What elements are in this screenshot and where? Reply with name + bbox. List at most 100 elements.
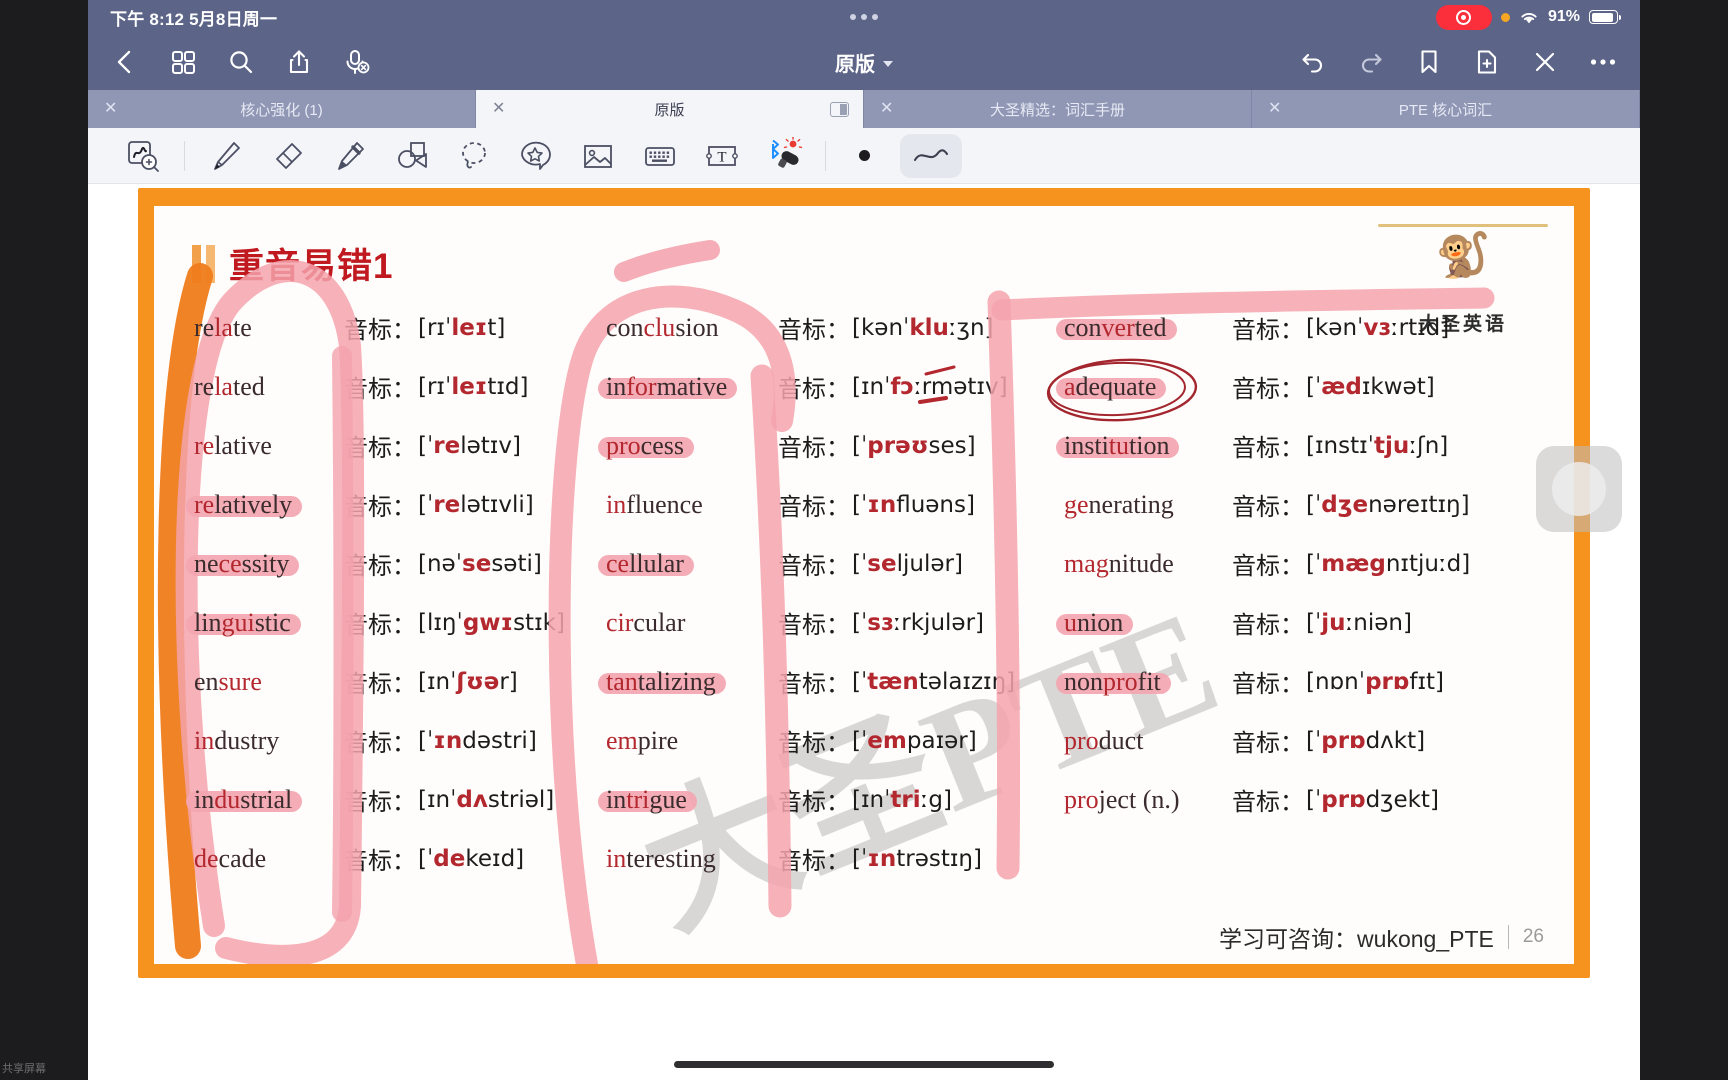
ipa-transcription: [kənˈkluːʒn] xyxy=(852,315,994,341)
lasso-zoom-icon[interactable] xyxy=(112,133,174,179)
ipa-segment: t] xyxy=(487,314,506,341)
word-text: tantalizing xyxy=(598,667,726,697)
record-icon[interactable] xyxy=(1435,4,1492,30)
color-swatch[interactable] xyxy=(836,133,892,179)
ipa-segment: [ˈ xyxy=(1306,727,1322,754)
tab-3[interactable]: ✕ PTE 核心词汇 xyxy=(1252,90,1640,128)
ipa-transcription: [ˈprəʊses] xyxy=(852,433,976,459)
word-column-1: relate 音标： [rɪˈleɪt] related 音标： [rɪˈleɪtɪd] r… xyxy=(178,298,598,964)
pen-icon[interactable] xyxy=(195,133,257,179)
back-chevron-icon[interactable] xyxy=(110,47,140,77)
tab-1[interactable]: ✕ 原版 xyxy=(476,90,864,128)
ipa-segment: tɪd] xyxy=(487,373,529,400)
word-row: relate 音标： [rɪˈleɪt] xyxy=(194,298,598,357)
ipa-label: 音标： xyxy=(1232,731,1304,757)
word-term: union xyxy=(1056,608,1232,638)
tab-close-icon[interactable]: ✕ xyxy=(880,101,893,117)
ipa-segment: [ˈ xyxy=(852,727,868,754)
highlighter-icon[interactable] xyxy=(319,133,381,179)
ipa-stress: gwɪ xyxy=(462,609,514,636)
word-term: relate xyxy=(194,313,344,343)
keyboard-icon[interactable] xyxy=(629,133,691,179)
ipa-segment: [lɪŋˈ xyxy=(418,609,463,636)
word-term: product xyxy=(1064,726,1232,756)
ipa-label: 音标： xyxy=(778,495,850,521)
add-page-icon[interactable] xyxy=(1472,47,1502,77)
split-view-icon[interactable] xyxy=(830,101,849,117)
more-ellipsis-icon[interactable] xyxy=(1588,47,1618,77)
ipa-transcription: [lɪŋˈgwɪstɪk] xyxy=(418,610,565,636)
image-icon[interactable] xyxy=(567,133,629,179)
word-text: adequate xyxy=(1056,372,1167,402)
ipa-segment: [ˈ xyxy=(1306,491,1322,518)
word-text: influence xyxy=(606,490,703,520)
tab-0[interactable]: ✕ 核心强化 (1) xyxy=(88,90,476,128)
monkey-mascot-icon: 🐒 xyxy=(1435,231,1491,280)
ipa-segment: [rɪˈ xyxy=(418,314,452,341)
sticker-icon[interactable] xyxy=(505,133,567,179)
ipa-label: 音标： xyxy=(344,672,416,698)
ipa-segment: [ˈ xyxy=(418,432,434,459)
word-term: necessity xyxy=(186,548,344,579)
ipa-segment: [ˈ xyxy=(852,668,868,695)
word-syllable: ted xyxy=(1134,312,1167,342)
word-syllable: duct xyxy=(1098,725,1144,755)
tab-close-icon[interactable]: ✕ xyxy=(104,101,117,117)
shapes-icon[interactable] xyxy=(381,133,443,179)
document-title[interactable]: 原版 xyxy=(835,48,893,77)
word-row: cellular 音标： [ˈseljulər] xyxy=(598,534,1046,593)
word-term: empire xyxy=(606,726,778,756)
ipa-stress: klu xyxy=(909,314,949,341)
word-row: ensure 音标： [ɪnˈʃʊər] xyxy=(194,652,598,711)
word-syllable: con xyxy=(606,312,644,342)
ipa-stress: dʌ xyxy=(456,786,488,813)
bookmark-icon[interactable] xyxy=(1414,47,1444,77)
ipa-transcription: [ˈædɪkwət] xyxy=(1306,374,1435,400)
ipa-segment: ːrtɪd] xyxy=(1390,314,1450,341)
redo-icon[interactable] xyxy=(1356,47,1386,77)
floating-assistive-touch-icon[interactable] xyxy=(1536,446,1622,532)
bluetooth-pen-icon[interactable] xyxy=(753,133,815,179)
close-icon[interactable] xyxy=(1530,47,1560,77)
home-indicator[interactable] xyxy=(674,1061,1054,1068)
stressed-syllable: pro xyxy=(606,430,641,460)
eraser-icon[interactable] xyxy=(257,133,319,179)
share-icon[interactable] xyxy=(284,47,314,77)
ipa-segment: [ˈ xyxy=(418,491,434,518)
word-row: converted 音标： [kənˈvɜːrtɪd] xyxy=(1056,298,1546,357)
word-term: linguistic xyxy=(186,608,344,638)
tab-close-icon[interactable]: ✕ xyxy=(492,101,505,117)
document-canvas[interactable]: 大圣PTE 重音易错1 🐒 大圣英语 relate 音标： [rɪˈleɪt] rel… xyxy=(88,184,1640,1080)
search-icon[interactable] xyxy=(226,47,256,77)
ipa-segment: [ɪnˈ xyxy=(852,786,891,813)
ipa-segment: [ˈ xyxy=(1306,550,1322,577)
dynamic-island-dots xyxy=(850,14,878,20)
word-syllable: ne xyxy=(194,548,219,578)
word-row: institution 音标： [ɪnstɪˈtjuːʃn] xyxy=(1056,416,1546,475)
ipa-stress: fɔ xyxy=(890,373,915,400)
curve-tool-icon[interactable] xyxy=(900,133,962,178)
word-text: informative xyxy=(598,372,738,402)
ipa-stress: de xyxy=(433,845,466,872)
thumbnail-grid-icon[interactable] xyxy=(168,47,198,77)
ipa-transcription: [ɪnˈʃʊər] xyxy=(418,669,518,695)
tab-close-icon[interactable]: ✕ xyxy=(1268,101,1281,117)
ipa-segment: [ˈ xyxy=(1306,373,1322,400)
undo-icon[interactable] xyxy=(1298,47,1328,77)
stressed-syllable: clu xyxy=(643,312,676,342)
ipa-stress: vɜ xyxy=(1363,314,1391,341)
word-syllable: ject (n.) xyxy=(1098,784,1180,814)
word-row: conclusion 音标： [kənˈkluːʒn] xyxy=(606,298,1046,357)
word-row: relative 音标： [ˈrelətɪv] xyxy=(194,416,598,475)
word-text: nonprofit xyxy=(1056,667,1171,697)
word-text: industrial xyxy=(186,784,303,815)
word-term: relatively xyxy=(186,490,344,520)
lasso-select-icon[interactable] xyxy=(443,133,505,179)
word-syllable: in xyxy=(194,784,215,814)
text-box-icon[interactable]: T xyxy=(691,133,753,179)
ipa-segment: [ˈ xyxy=(418,845,434,872)
device-bezel-right xyxy=(1640,0,1728,1080)
tab-2[interactable]: ✕ 大圣精选：词汇手册 xyxy=(864,90,1252,128)
word-syllable: lative xyxy=(214,430,272,460)
microphone-off-icon[interactable] xyxy=(342,47,372,77)
